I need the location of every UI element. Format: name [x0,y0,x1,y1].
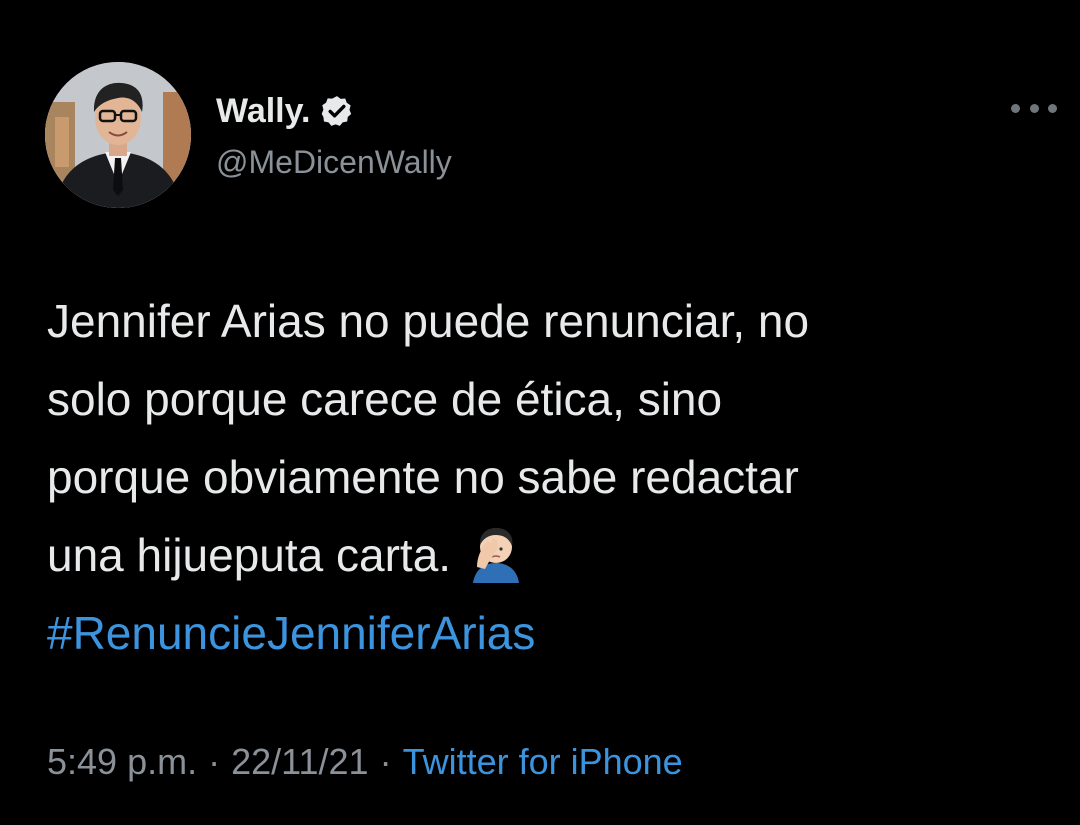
avatar-photo [45,62,191,208]
author-handle[interactable]: @MeDicenWally [216,140,452,184]
tweet: Wally. @MeDicenWally Jennifer Arias no p… [0,0,1080,825]
meta-separator: · [379,741,392,782]
avatar[interactable] [45,62,191,208]
tweet-text-line: una hijueputa carta. [47,529,452,581]
face-palm-emoji-icon [465,521,527,583]
hashtag-link[interactable]: #RenuncieJenniferArias [47,594,1057,672]
tweet-text: Jennifer Arias no puede renunciar, no so… [47,282,1057,672]
author-name-row[interactable]: Wally. [216,88,354,134]
tweet-text-line: porque obviamente no sabe redactar [47,451,799,503]
author-display-name[interactable]: Wally. [216,88,310,134]
more-dot [1048,103,1057,113]
tweet-time[interactable]: 5:49 p.m. [47,741,197,782]
more-dot [1029,103,1039,113]
tweet-metadata: 5:49 p.m. · 22/11/21 · Twitter for iPhone [47,738,683,786]
tweet-source-link[interactable]: Twitter for iPhone [403,741,683,782]
tweet-text-line: Jennifer Arias no puede renunciar, no [47,295,810,347]
more-options-icon[interactable] [1011,98,1057,118]
meta-separator: · [208,741,221,782]
tweet-date[interactable]: 22/11/21 [231,741,368,782]
tweet-text-line: solo porque carece de ética, sino [47,373,723,425]
more-dot [1011,103,1020,113]
verified-badge-icon [320,94,354,128]
tweet-text-line-last: una hijueputa carta. [47,516,1057,594]
